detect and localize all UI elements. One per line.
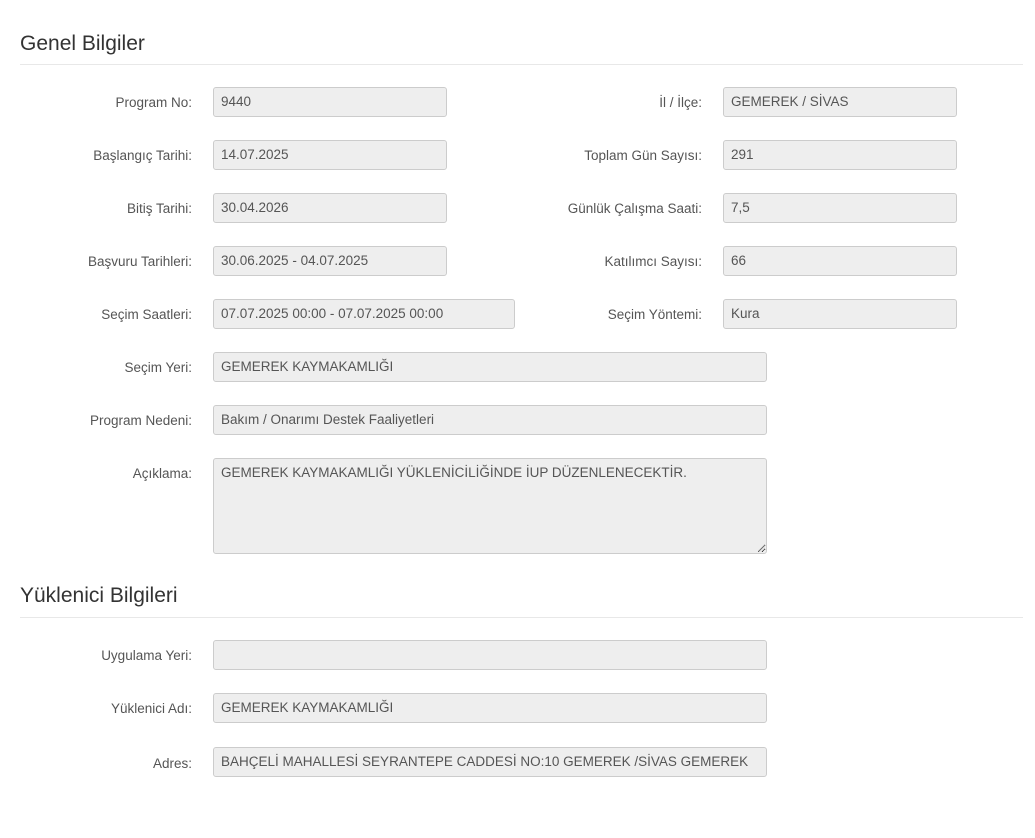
application-dates-label: Başvuru Tarihleri: (87, 254, 192, 269)
address-field[interactable]: BAHÇELİ MAHALLESİ SEYRANTEPE CADDESİ NO:… (213, 747, 767, 777)
selection-hours-field[interactable]: 07.07.2025 00:00 - 07.07.2025 00:00 (213, 299, 515, 329)
daily-hours-field[interactable]: 7,5 (723, 193, 957, 223)
start-date-label: Başlangıç Tarihi: (93, 148, 192, 163)
description-text: GEMEREK KAYMAKAMLIĞI YÜKLENİCİLİĞİNDE İU… (221, 465, 687, 480)
selection-method-label: Seçim Yöntemi: (607, 307, 702, 322)
section-divider (20, 617, 1023, 618)
description-label: Açıklama: (132, 466, 192, 481)
selection-place-field[interactable]: GEMEREK KAYMAKAMLIĞI (213, 352, 767, 382)
il-ilce-field[interactable]: GEMEREK / SİVAS (723, 87, 957, 117)
selection-place-label: Seçim Yeri: (124, 360, 192, 375)
program-no-field[interactable]: 9440 (213, 87, 447, 117)
resize-handle-icon[interactable] (759, 546, 765, 552)
section-divider (20, 64, 1023, 65)
address-label: Adres: (152, 756, 192, 771)
end-date-label: Bitiş Tarihi: (126, 201, 192, 216)
il-ilce-label: İl / İlçe: (659, 95, 702, 110)
contractor-name-field[interactable]: GEMEREK KAYMAKAMLIĞI (213, 693, 767, 723)
program-reason-label: Program Nedeni: (89, 413, 192, 428)
participant-count-label: Katılımcı Sayısı: (604, 254, 702, 269)
program-no-label: Program No: (115, 95, 192, 110)
total-days-field[interactable]: 291 (723, 140, 957, 170)
start-date-field[interactable]: 14.07.2025 (213, 140, 447, 170)
general-info-title: Genel Bilgiler (20, 32, 145, 55)
application-place-field[interactable] (213, 640, 767, 670)
total-days-label: Toplam Gün Sayısı: (584, 148, 702, 163)
selection-method-field[interactable]: Kura (723, 299, 957, 329)
contractor-info-title: Yüklenici Bilgileri (20, 584, 178, 607)
application-place-label: Uygulama Yeri: (101, 648, 192, 663)
participant-count-field[interactable]: 66 (723, 246, 957, 276)
application-dates-field[interactable]: 30.06.2025 - 04.07.2025 (213, 246, 447, 276)
program-reason-field[interactable]: Bakım / Onarımı Destek Faaliyetleri (213, 405, 767, 435)
daily-hours-label: Günlük Çalışma Saati: (567, 201, 702, 216)
selection-hours-label: Seçim Saatleri: (101, 307, 192, 322)
contractor-name-label: Yüklenici Adı: (110, 701, 192, 716)
description-textarea[interactable]: GEMEREK KAYMAKAMLIĞI YÜKLENİCİLİĞİNDE İU… (213, 458, 767, 554)
end-date-field[interactable]: 30.04.2026 (213, 193, 447, 223)
